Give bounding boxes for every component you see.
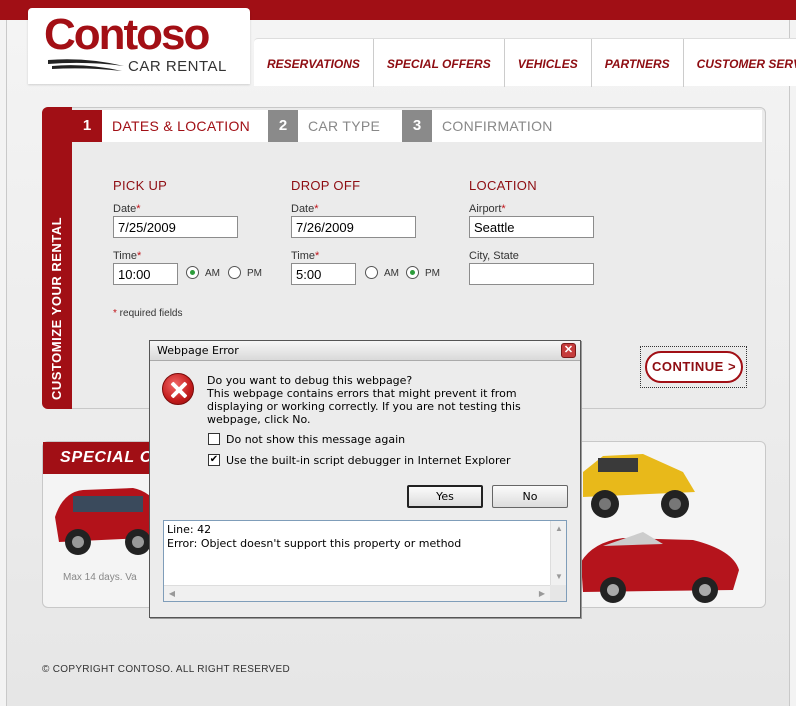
- dropoff-pm-radio[interactable]: [406, 266, 419, 279]
- step-confirmation[interactable]: 3 CONFIRMATION: [402, 110, 563, 142]
- pickup-am-label: AM: [205, 268, 220, 279]
- dialog-title: Webpage Error: [157, 344, 239, 357]
- error-details-box[interactable]: Line: 42 Error: Object doesn't support t…: [163, 520, 567, 602]
- nav-vehicles[interactable]: VEHICLES: [505, 39, 592, 87]
- copyright-footer: © COPYRIGHT CONTOSO. ALL RIGHT RESERVED: [42, 664, 291, 675]
- logo-swoosh-icon: [48, 59, 124, 71]
- dropoff-am-label: AM: [384, 268, 399, 279]
- airport-field[interactable]: [469, 216, 594, 238]
- close-icon[interactable]: ✕: [561, 343, 576, 358]
- step-car-type[interactable]: 2 CAR TYPE: [268, 110, 402, 142]
- dropoff-time-label: Time*: [291, 250, 320, 262]
- pickup-date-label: Date*: [113, 203, 141, 215]
- yellow-jeep-image: [583, 454, 695, 518]
- dont-show-again-checkbox[interactable]: [208, 433, 220, 445]
- step-number: 1: [72, 110, 102, 142]
- vertical-scrollbar[interactable]: ▲ ▼: [550, 521, 566, 585]
- scroll-left-icon[interactable]: ◀: [164, 586, 180, 602]
- nav-customer-service[interactable]: CUSTOMER SERVICE: [684, 39, 796, 87]
- pickup-time-label: Time*: [113, 250, 142, 262]
- pickup-am-radio[interactable]: [186, 266, 199, 279]
- scroll-up-icon[interactable]: ▲: [551, 521, 567, 537]
- step-number: 2: [268, 110, 298, 142]
- webpage-error-dialog: Webpage Error ✕ Do you want to debug thi…: [149, 340, 581, 618]
- scroll-right-icon[interactable]: ▶: [534, 586, 550, 602]
- pickup-time-field[interactable]: [113, 263, 178, 285]
- pickup-date-field[interactable]: [113, 216, 238, 238]
- airport-label: Airport*: [469, 203, 506, 215]
- step-label: CONFIRMATION: [442, 118, 553, 134]
- nav-reservations[interactable]: RESERVATIONS: [254, 39, 374, 87]
- red-convertible-image: [581, 532, 739, 603]
- continue-button[interactable]: CONTINUE >: [645, 351, 743, 383]
- city-state-label: City, State: [469, 250, 519, 262]
- dont-show-again-label: Do not show this message again: [226, 433, 406, 446]
- nav-special-offers[interactable]: SPECIAL OFFERS: [374, 39, 505, 87]
- nav-partners[interactable]: PARTNERS: [592, 39, 684, 87]
- dropoff-heading: DROP OFF: [291, 178, 361, 193]
- no-button[interactable]: No: [492, 485, 568, 508]
- dialog-title-bar[interactable]: Webpage Error ✕: [150, 341, 580, 361]
- step-dates-location[interactable]: 1 DATES & LOCATION: [72, 110, 268, 142]
- required-fields-note: * required fields: [113, 308, 183, 319]
- pickup-pm-radio[interactable]: [228, 266, 241, 279]
- dropoff-am-radio[interactable]: [365, 266, 378, 279]
- step-number: 3: [402, 110, 432, 142]
- horizontal-scrollbar[interactable]: ◀ ▶: [164, 585, 550, 601]
- dialog-question: Do you want to debug this webpage?: [207, 374, 413, 387]
- rental-panel-label: CUSTOMIZE YOUR RENTAL: [49, 216, 64, 400]
- step-label: DATES & LOCATION: [112, 118, 251, 134]
- error-details-text: Line: 42 Error: Object doesn't support t…: [167, 523, 462, 550]
- location-heading: LOCATION: [469, 178, 537, 193]
- pickup-heading: PICK UP: [113, 178, 168, 193]
- dropoff-date-field[interactable]: [291, 216, 416, 238]
- scroll-down-icon[interactable]: ▼: [551, 569, 567, 585]
- special-offers-title: SPECIAL O: [60, 449, 154, 466]
- step-indicator: 1 DATES & LOCATION 2 CAR TYPE 3 CONFIRMA…: [72, 110, 762, 142]
- scrollbar-corner: [550, 585, 566, 601]
- logo-tagline: CAR RENTAL: [128, 58, 227, 75]
- dropoff-pm-label: PM: [425, 268, 440, 279]
- dropoff-date-label: Date*: [291, 203, 319, 215]
- city-state-field[interactable]: [469, 263, 594, 285]
- yes-button[interactable]: Yes: [407, 485, 483, 508]
- step-label: CAR TYPE: [308, 118, 381, 134]
- error-icon: [162, 373, 194, 405]
- dialog-message: This webpage contains errors that might …: [207, 387, 521, 426]
- use-debugger-checkbox[interactable]: ✔: [208, 454, 220, 466]
- pickup-pm-label: PM: [247, 268, 262, 279]
- dropoff-time-field[interactable]: [291, 263, 356, 285]
- special-offers-fine-print: Max 14 days. Va: [63, 572, 137, 583]
- main-nav: RESERVATIONS SPECIAL OFFERS VEHICLES PAR…: [254, 38, 796, 87]
- use-debugger-label: Use the built-in script debugger in Inte…: [226, 454, 511, 467]
- logo-wordmark[interactable]: Contoso: [44, 13, 210, 57]
